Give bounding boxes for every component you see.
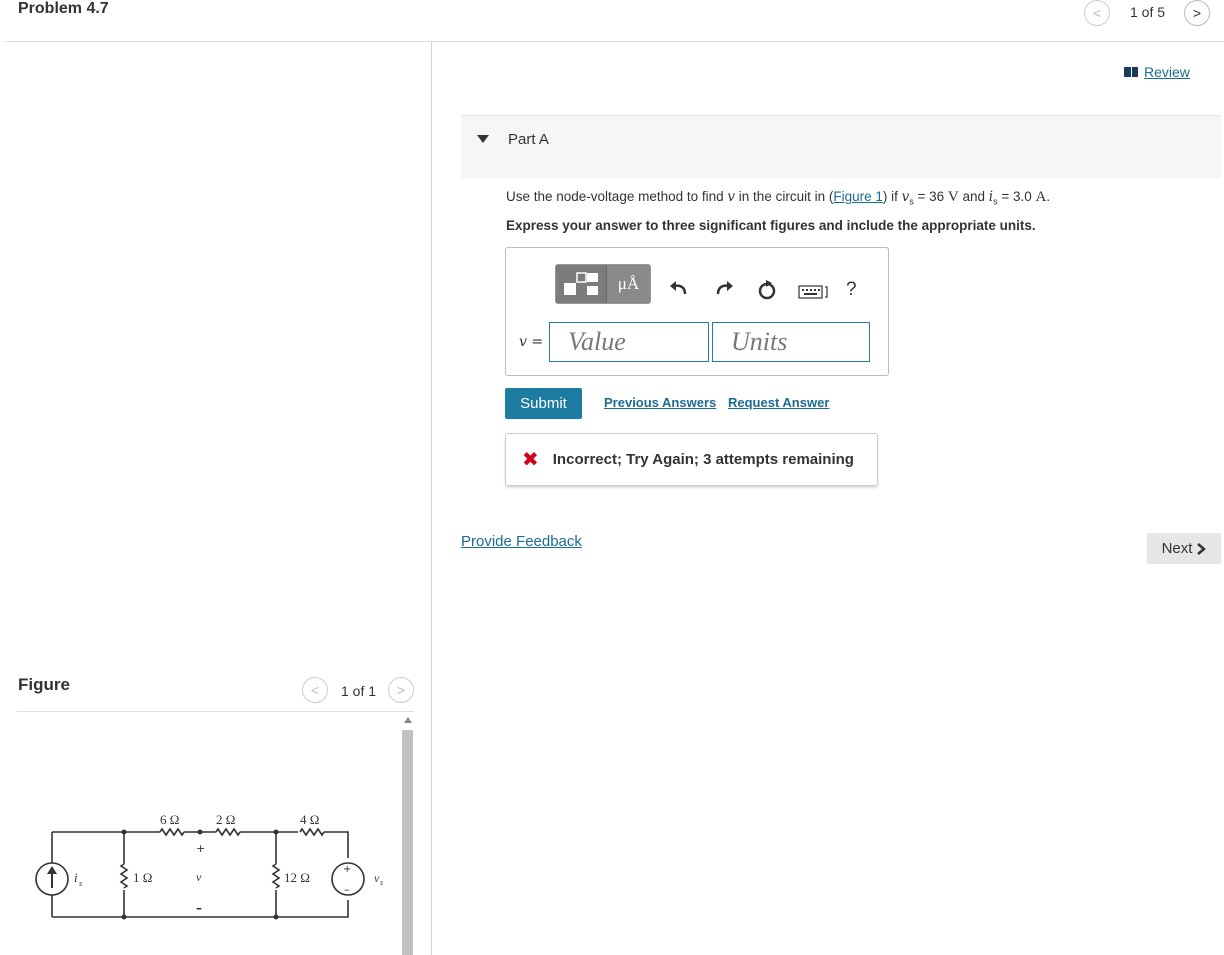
templates-button[interactable] — [556, 265, 607, 303]
pane-divider — [431, 42, 432, 955]
scroll-thumb[interactable] — [402, 730, 413, 955]
problem-title: Problem 4.7 — [18, 0, 109, 17]
next-problem-button[interactable]: > — [1184, 0, 1210, 26]
prev-problem-button[interactable]: < — [1084, 0, 1110, 26]
label-4ohm: 4 Ω — [300, 812, 319, 827]
undo-icon[interactable] — [669, 278, 689, 300]
part-header[interactable] — [461, 115, 1221, 178]
reset-icon[interactable] — [757, 279, 777, 301]
redo-icon[interactable] — [714, 278, 734, 300]
submit-button[interactable]: Submit — [505, 388, 582, 419]
collapse-triangle-icon[interactable] — [477, 135, 489, 143]
chevron-left-icon: < — [1092, 5, 1102, 21]
provide-feedback-link[interactable]: Provide Feedback — [461, 533, 582, 550]
circuit-diagram: 6 Ω 2 Ω 4 Ω 1 Ω 12 Ω + v – i s + – v s — [35, 812, 383, 920]
resistor-4ohm — [299, 827, 325, 837]
template-toolbar-group: μÅ — [555, 264, 651, 304]
vs-subscript: s — [380, 878, 383, 887]
vs-minus-sign: – — [344, 883, 350, 896]
chevron-right-icon — [1197, 542, 1207, 555]
resistor-12ohm — [271, 863, 281, 889]
figure-pager: 1 of 1 — [341, 683, 377, 699]
is-subscript: s — [79, 879, 82, 888]
part-label: Part A — [508, 131, 549, 148]
next-button[interactable]: Next — [1147, 533, 1221, 564]
value-input[interactable]: Value — [549, 322, 709, 362]
label-1ohm: 1 Ω — [133, 870, 152, 885]
instruction-text: Express your answer to three significant… — [506, 218, 1036, 233]
feedback-box: ✖ Incorrect; Try Again; 3 attempts remai… — [505, 433, 878, 486]
help-button[interactable]: ? — [846, 279, 857, 301]
label-2ohm: 2 Ω — [216, 812, 235, 827]
chevron-left-icon: < — [310, 682, 320, 698]
scroll-up-arrow-icon[interactable] — [403, 717, 412, 723]
chevron-right-icon: > — [396, 682, 406, 698]
resistor-6ohm — [159, 827, 185, 837]
question-text: Use the node-voltage method to find v in… — [506, 189, 1051, 207]
resistor-1ohm — [119, 863, 129, 889]
plus-sign: + — [196, 842, 205, 855]
incorrect-x-icon: ✖ — [522, 449, 539, 471]
v-label: v — [196, 870, 202, 884]
feedback-text: Incorrect; Try Again; 3 attempts remaini… — [552, 451, 854, 468]
figure-title: Figure — [18, 675, 70, 694]
chevron-right-icon: > — [1192, 5, 1202, 21]
units-button[interactable]: μÅ — [607, 265, 650, 303]
request-answer-link[interactable]: Request Answer — [728, 395, 829, 410]
figure-link[interactable]: Figure 1 — [833, 189, 883, 204]
answer-variable-label: v = — [519, 334, 544, 350]
header-divider — [5, 41, 1224, 42]
figure-divider — [17, 711, 414, 712]
next-figure-button[interactable]: > — [388, 677, 414, 703]
problem-pager: 1 of 5 — [1130, 4, 1166, 20]
figure-scrollbar[interactable] — [401, 713, 414, 955]
units-input[interactable]: Units — [712, 322, 870, 362]
resistor-2ohm — [215, 827, 241, 837]
is-label: i — [74, 870, 78, 885]
arrow-up-icon — [47, 866, 57, 874]
keyboard-icon[interactable] — [798, 284, 832, 300]
vs-plus-sign: + — [343, 864, 351, 875]
label-6ohm: 6 Ω — [160, 812, 179, 827]
book-icon — [1124, 67, 1138, 77]
review-link[interactable]: Review — [1124, 64, 1190, 80]
prev-figure-button[interactable]: < — [302, 677, 328, 703]
review-label: Review — [1144, 64, 1190, 80]
minus-sign: – — [196, 901, 202, 915]
templates-icon — [564, 272, 598, 295]
label-12ohm: 12 Ω — [284, 870, 310, 885]
previous-answers-link[interactable]: Previous Answers — [604, 395, 716, 410]
